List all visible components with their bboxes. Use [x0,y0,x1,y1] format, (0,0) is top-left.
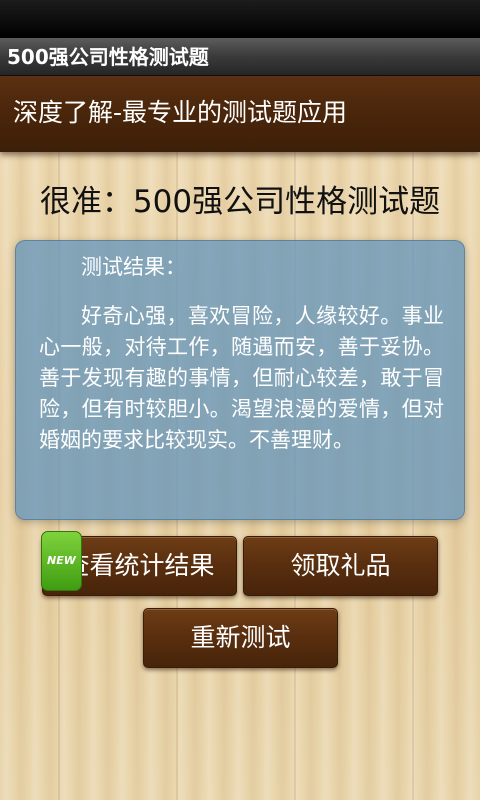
claim-gift-button[interactable]: 领取礼品 [243,536,438,596]
claim-gift-label: 领取礼品 [290,551,391,580]
retest-label: 重新测试 [190,623,291,652]
retest-button[interactable]: 重新测试 [143,608,338,668]
status-bar [0,0,480,38]
view-stats-label: 查看统计结果 [64,551,215,580]
app-title: 500强公司性格测试题 [7,45,209,69]
result-heading: 测试结果： [81,255,186,279]
result-text: 好奇心强，喜欢冒险，人缘较好。事业心一般，对待工作，随遇而安，善于妥协。善于发现… [39,304,444,452]
app-title-bar: 500强公司性格测试题 [0,38,480,76]
view-stats-button[interactable]: 查看统计结果 NEW [41,531,237,596]
header-banner: 深度了解-最专业的测试题应用 [0,76,480,152]
quiz-title: 很准：500强公司性格测试题 [39,184,441,220]
new-badge: NEW [41,531,82,591]
banner-tagline: 深度了解-最专业的测试题应用 [13,98,348,127]
result-panel: 测试结果： 好奇心强，喜欢冒险，人缘较好。事业心一般，对待工作，随遇而安，善于妥… [15,240,465,520]
